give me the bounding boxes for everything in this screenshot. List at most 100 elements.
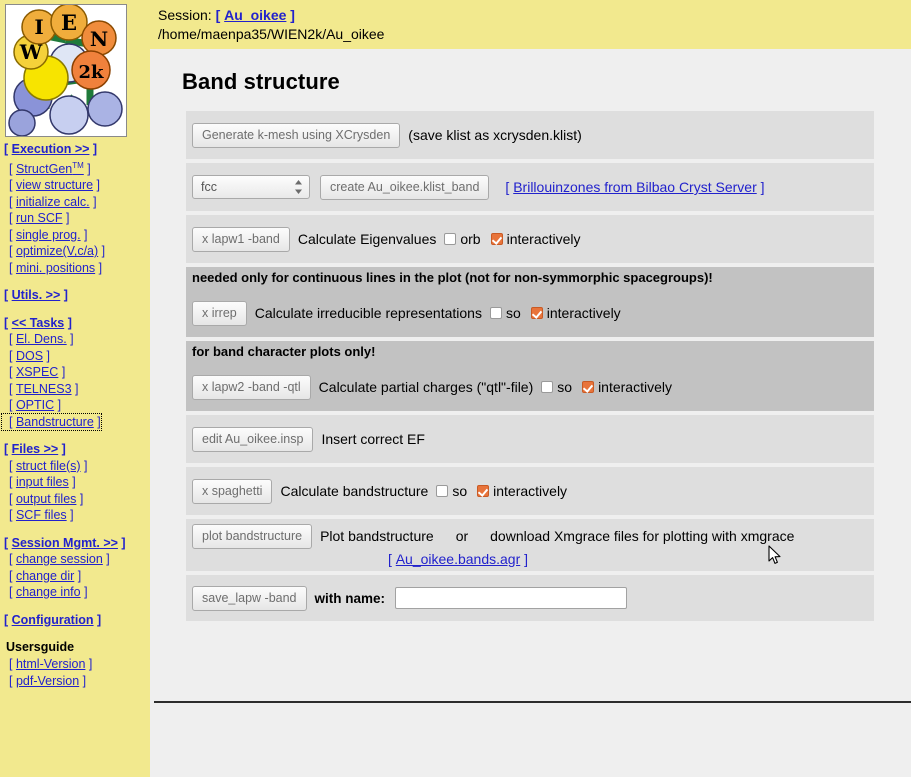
- insp-description: Insert correct EF: [321, 431, 425, 447]
- save-lapw-band-button[interactable]: save_lapw -band: [192, 585, 307, 611]
- sidebar-item-el-dens[interactable]: [ El. Dens. ]: [2, 331, 150, 348]
- sidebar-item-input-files[interactable]: [ input files ]: [2, 474, 150, 491]
- sidebar-item-mini-positions[interactable]: [ mini. positions ]: [2, 260, 150, 277]
- sidebar-item-struct-files[interactable]: [ struct file(s) ]: [2, 458, 150, 475]
- wien2k-logo: W I E N 2k: [5, 4, 127, 137]
- checkbox-orb-label: orb: [460, 231, 481, 247]
- sidebar-item-scf-files[interactable]: [ SCF files ]: [2, 507, 150, 524]
- irrep-description: Calculate irreducible representations: [254, 305, 482, 321]
- checkbox-irrep-interactively[interactable]: [530, 307, 543, 319]
- usersguide-heading: Usersguide: [6, 640, 75, 655]
- bands-agr-link[interactable]: [ Au_oikee.bands.agr ]: [388, 551, 528, 567]
- content-area: Band structure Generate k-mesh using XCr…: [150, 69, 911, 703]
- bilbao-cryst-server-link[interactable]: [ Brillouinzones from Bilbao Cryst Serve…: [505, 179, 764, 195]
- svg-text:I: I: [34, 15, 43, 39]
- plot-row-inner: plot bandstructure Plot bandstructure or…: [192, 523, 874, 567]
- sidebar-item-single-prog[interactable]: [ single prog. ]: [2, 227, 150, 244]
- sidebar-item-label: SCF files: [15, 508, 67, 523]
- row-lapw1-band: x lapw1 -band Calculate Eigenvalues orb …: [186, 215, 874, 263]
- sidebar-item-label: StructGen: [15, 161, 73, 176]
- sidebar-item-label: mini. positions: [15, 260, 96, 275]
- row-edit-insp: edit Au_oikee.insp Insert correct EF: [186, 415, 874, 463]
- session-link[interactable]: [ Au_oikee ]: [216, 7, 295, 23]
- row-save-lapw-band: save_lapw -band with name:: [186, 575, 874, 621]
- sidebar-item-label: single prog.: [15, 227, 81, 242]
- app-window: W I E N 2k [ Execution >> ] [ StructGenT…: [0, 0, 911, 777]
- sidebar-item-label: change session: [15, 552, 103, 567]
- session-label: Session:: [158, 7, 212, 23]
- x-lapw1-band-button[interactable]: x lapw1 -band: [192, 226, 290, 252]
- checkbox-lapw2-so[interactable]: [541, 381, 554, 393]
- bandchar-section-header: for band character plots only!: [186, 341, 874, 363]
- main-content: Session: [ Au_oikee ] /home/maenpa35/WIE…: [150, 0, 911, 777]
- sidebar-item-utils[interactable]: [ Utils. >> ]: [2, 287, 150, 304]
- checkbox-lapw2-interactively-label: interactively: [598, 379, 672, 395]
- sidebar-item-label: Files >>: [11, 442, 59, 457]
- row-plot-bandstructure: plot bandstructure Plot bandstructure or…: [186, 519, 874, 571]
- sidebar-item-label: struct file(s): [15, 458, 81, 473]
- generate-kmesh-note: (save klist as xcrysden.klist): [408, 127, 582, 143]
- sidebar-item-run-scf[interactable]: [ run SCF ]: [2, 210, 150, 227]
- sidebar-item-session-mgmt[interactable]: [ Session Mgmt. >> ]: [2, 535, 150, 552]
- sidebar-item-html-version[interactable]: [ html-Version ]: [2, 656, 150, 673]
- sidebar-item-configuration[interactable]: [ Configuration ]: [2, 612, 150, 629]
- checkbox-irrep-so[interactable]: [489, 307, 502, 319]
- row-x-spaghetti: x spaghetti Calculate bandstructure so i…: [186, 467, 874, 515]
- page-title: Band structure: [182, 69, 340, 94]
- sidebar-item-output-files[interactable]: [ output files ]: [2, 491, 150, 508]
- x-lapw2-band-qtl-button[interactable]: x lapw2 -band -qtl: [192, 374, 311, 400]
- session-header: Session: [ Au_oikee ] /home/maenpa35/WIE…: [150, 0, 911, 49]
- lattice-select-wrap: fcc: [192, 175, 310, 199]
- sidebar-item-tasks[interactable]: [ << Tasks ]: [2, 315, 150, 332]
- sidebar-item-label: Utils. >>: [11, 288, 61, 303]
- sidebar-item-bandstructure[interactable]: [ Bandstructure ]: [1, 412, 102, 432]
- sidebar-item-label: output files: [15, 491, 77, 506]
- sidebar-item-label: OPTIC: [15, 398, 55, 413]
- sidebar-item-label: input files: [15, 475, 69, 490]
- checkbox-irrep-interactively-label: interactively: [546, 305, 621, 321]
- sidebar-item-change-session[interactable]: [ change session ]: [2, 551, 150, 568]
- sidebar-item-change-dir[interactable]: [ change dir ]: [2, 568, 150, 585]
- plot-download-text: download Xmgrace files for plotting with…: [490, 528, 795, 544]
- sidebar-item-pdf-version[interactable]: [ pdf-Version ]: [2, 673, 150, 690]
- save-name-input[interactable]: [395, 587, 628, 609]
- sidebar-item-change-info[interactable]: [ change info ]: [2, 584, 150, 601]
- lattice-select[interactable]: fcc: [192, 175, 310, 199]
- spaghetti-description: Calculate bandstructure: [280, 483, 429, 499]
- sidebar-item-optimize[interactable]: [ optimize(V,c/a) ]: [2, 243, 150, 260]
- checkbox-lapw2-interactively[interactable]: [582, 381, 595, 393]
- svg-text:N: N: [90, 27, 108, 51]
- sidebar-item-label: change dir: [15, 568, 75, 583]
- sidebar-item-structgen[interactable]: [ StructGenTM ]: [2, 158, 150, 178]
- checkbox-spaghetti-so[interactable]: [436, 485, 449, 497]
- plot-bandstructure-button[interactable]: plot bandstructure: [192, 523, 313, 549]
- sidebar-item-view-structure[interactable]: [ view structure ]: [2, 177, 150, 194]
- checkbox-spaghetti-interactively[interactable]: [477, 485, 490, 497]
- sidebar-item-xspec[interactable]: [ XSPEC ]: [2, 364, 150, 381]
- wien2k-logo-graphic: W I E N 2k: [6, 5, 126, 136]
- x-spaghetti-button[interactable]: x spaghetti: [192, 478, 273, 504]
- sidebar-item-files[interactable]: [ Files >> ]: [2, 441, 150, 458]
- sidebar-item-label: optimize(V,c/a): [15, 244, 99, 259]
- irrep-section-header: needed only for continuous lines in the …: [186, 267, 874, 289]
- create-klist-band-button[interactable]: create Au_oikee.klist_band: [320, 174, 490, 200]
- checkbox-lapw2-so-label: so: [557, 379, 573, 395]
- edit-insp-button[interactable]: edit Au_oikee.insp: [192, 426, 314, 452]
- sidebar-item-execution[interactable]: [ Execution >> ]: [2, 141, 150, 158]
- checkbox-spaghetti-so-label: so: [452, 483, 468, 499]
- sidebar-item-telnes3[interactable]: [ TELNES3 ]: [2, 381, 150, 398]
- sidebar-item-optic[interactable]: [ OPTIC ]: [2, 397, 150, 414]
- generate-kmesh-button[interactable]: Generate k-mesh using XCrysden: [192, 122, 401, 148]
- checkbox-irrep-so-label: so: [505, 305, 521, 321]
- checkbox-orb[interactable]: [444, 233, 457, 245]
- checkbox-lapw1-interactively[interactable]: [490, 233, 503, 245]
- row-x-lapw2-band-qtl: x lapw2 -band -qtl Calculate partial cha…: [186, 363, 874, 411]
- sidebar-item-label: Configuration: [11, 612, 94, 627]
- sidebar-item-dos[interactable]: [ DOS ]: [2, 348, 150, 365]
- sidebar-item-initialize-calc[interactable]: [ initialize calc. ]: [2, 194, 150, 211]
- x-irrep-button[interactable]: x irrep: [192, 300, 247, 326]
